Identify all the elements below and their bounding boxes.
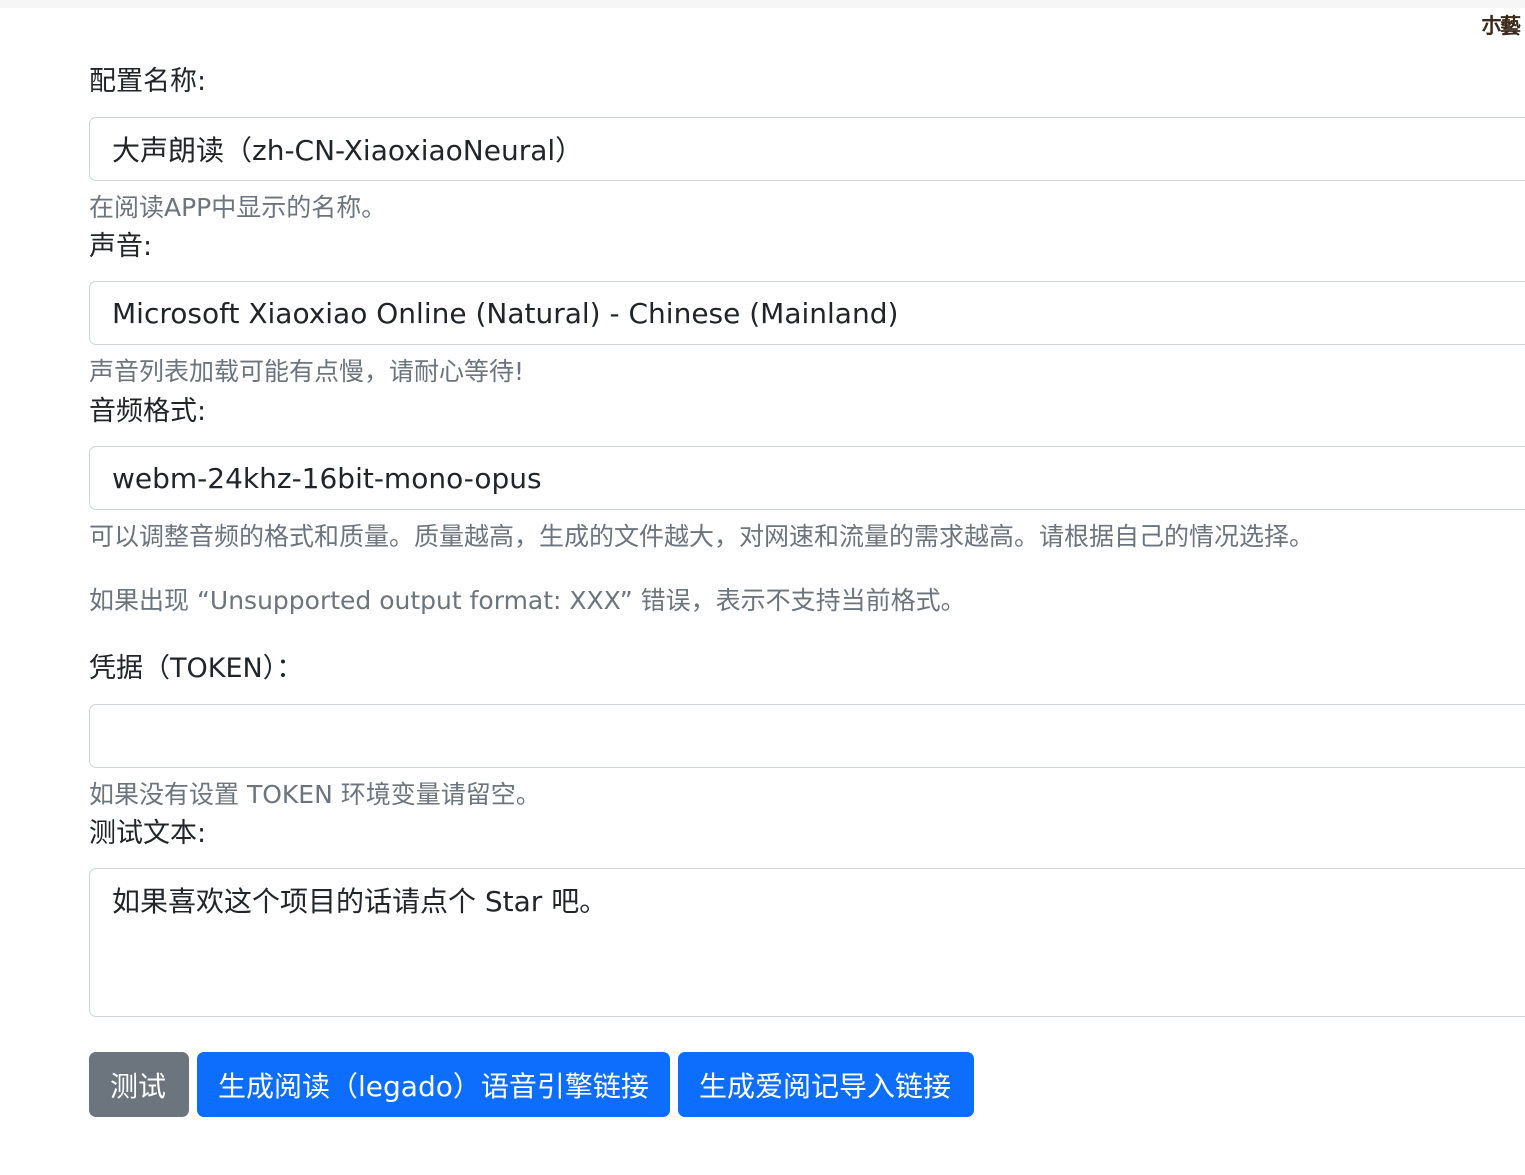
token-input[interactable] bbox=[89, 704, 1525, 768]
voice-label: 声音: bbox=[89, 231, 153, 262]
test-text-label: 测试文本: bbox=[89, 818, 207, 849]
voice-selected-value: Microsoft Xiaoxiao Online (Natural) - Ch… bbox=[112, 296, 899, 330]
config-name-input[interactable]: 大声朗读（zh-CN-XiaoxiaoNeural） bbox=[89, 117, 1525, 181]
audio-format-error-note: 如果出现 “Unsupported output format: XXX” 错误… bbox=[89, 586, 966, 615]
generate-legado-link-button[interactable]: 生成阅读（legado）语音引擎链接 bbox=[197, 1052, 670, 1117]
audio-format-label: 音频格式: bbox=[89, 396, 207, 427]
token-label: 凭据（TOKEN）： bbox=[89, 653, 304, 684]
test-text-textarea[interactable]: 如果喜欢这个项目的话请点个 Star 吧。 bbox=[89, 868, 1525, 1017]
logo: 朩藝 bbox=[1481, 13, 1521, 38]
token-help: 如果没有设置 TOKEN 环境变量请留空。 bbox=[89, 780, 541, 809]
generate-ireader-link-button[interactable]: 生成爱阅记导入链接 bbox=[678, 1052, 974, 1117]
config-name-label: 配置名称: bbox=[89, 66, 207, 97]
test-button[interactable]: 测试 bbox=[89, 1052, 189, 1117]
config-name-help: 在阅读APP中显示的名称。 bbox=[89, 193, 387, 222]
voice-help: 声音列表加载可能有点慢，请耐心等待! bbox=[89, 357, 525, 386]
audio-format-select[interactable]: webm-24khz-16bit-mono-opus bbox=[89, 446, 1525, 510]
top-bar bbox=[0, 0, 1525, 8]
config-name-value: 大声朗读（zh-CN-XiaoxiaoNeural） bbox=[112, 134, 584, 167]
voice-select[interactable]: Microsoft Xiaoxiao Online (Natural) - Ch… bbox=[89, 281, 1525, 345]
audio-format-selected-value: webm-24khz-16bit-mono-opus bbox=[112, 461, 542, 495]
audio-format-help: 可以调整音频的格式和质量。质量越高，生成的文件越大，对网速和流量的需求越高。请根… bbox=[89, 522, 1315, 551]
